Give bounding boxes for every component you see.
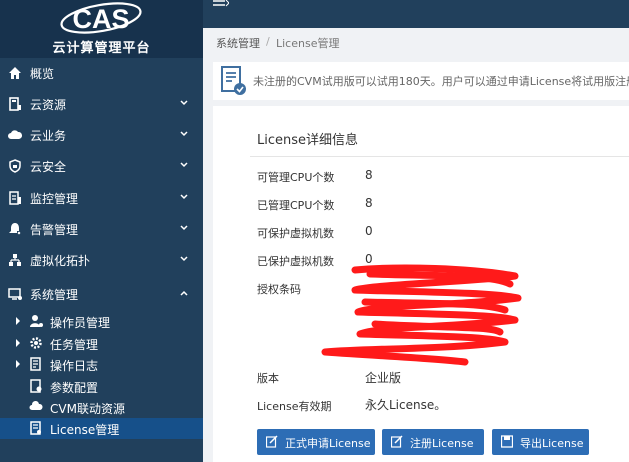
sidebar-item-label: 虚拟化拓扑 bbox=[30, 254, 91, 268]
chevron-down-icon bbox=[180, 100, 188, 106]
chevron-down-icon bbox=[180, 131, 188, 137]
sidebar-item-system[interactable]: 系统管理 bbox=[0, 279, 203, 310]
log-icon bbox=[30, 357, 41, 371]
alert-icon bbox=[9, 223, 21, 235]
notice-text: 未注册的CVM试用版可以试用180天。用户可以通过申请License将试用版注册… bbox=[253, 75, 629, 88]
app-logo[interactable]: CAS 云计算管理平台 bbox=[0, 0, 203, 58]
config-icon bbox=[30, 379, 42, 393]
caret-right-icon bbox=[16, 360, 20, 368]
sidebar-item-cloud-security[interactable]: 云安全 bbox=[0, 151, 203, 182]
sidebar-subitem-params[interactable]: 参数配置 bbox=[0, 376, 203, 397]
row-value: 8 bbox=[365, 196, 373, 210]
apply-license-button[interactable]: 正式申请License bbox=[257, 429, 375, 455]
row-label: 已管理CPU个数 bbox=[257, 199, 335, 212]
sidebar-item-label: 概览 bbox=[30, 67, 55, 81]
sidebar-subitem-operators[interactable]: 操作员管理 bbox=[0, 311, 203, 332]
sidebar-item-monitoring[interactable]: 监控管理 bbox=[0, 183, 203, 214]
row-value: 企业版 bbox=[365, 371, 402, 385]
sidebar-item-alerts[interactable]: 告警管理 bbox=[0, 214, 203, 245]
edit-icon bbox=[266, 435, 278, 448]
document-check-icon bbox=[221, 66, 246, 95]
breadcrumb-parent[interactable]: 系统管理 bbox=[216, 35, 260, 51]
sidebar-subitem-logs[interactable]: 操作日志 bbox=[0, 354, 203, 375]
row-label: 授权条码 bbox=[257, 283, 301, 296]
chevron-up-icon bbox=[180, 290, 188, 296]
button-label: 注册License bbox=[410, 437, 474, 450]
gear-icon bbox=[30, 337, 42, 349]
save-icon bbox=[501, 435, 513, 448]
sidebar-subitem-label: 参数配置 bbox=[50, 381, 99, 395]
cloud-link-icon bbox=[29, 400, 43, 410]
divider bbox=[250, 156, 629, 157]
sidebar-subitem-license[interactable]: License管理 bbox=[0, 418, 203, 439]
shield-icon bbox=[9, 159, 21, 173]
sidebar-item-topology[interactable]: 虚拟化拓扑 bbox=[0, 245, 203, 276]
server-icon bbox=[9, 97, 21, 111]
chevron-down-icon bbox=[180, 194, 188, 200]
top-bar bbox=[203, 0, 629, 28]
export-license-button[interactable]: 导出License bbox=[492, 429, 589, 455]
caret-right-icon bbox=[16, 317, 20, 325]
sidebar-subitem-label: 操作员管理 bbox=[50, 316, 111, 330]
row-label: 可保护虚拟机数 bbox=[257, 227, 334, 240]
sidebar-item-label: 系统管理 bbox=[30, 288, 79, 302]
sidebar-item-cloud-business[interactable]: 云业务 bbox=[0, 120, 203, 151]
button-label: 正式申请License bbox=[285, 437, 371, 450]
sidebar: CAS 云计算管理平台 概览 云资源 云业务 云安全 监控管理 告警管理 虚拟化… bbox=[0, 0, 203, 462]
sidebar-item-label: 云安全 bbox=[30, 160, 67, 174]
breadcrumb-current: License管理 bbox=[276, 37, 340, 50]
cas-logo-icon: CAS bbox=[60, 2, 142, 34]
sidebar-subitem-tasks[interactable]: 任务管理 bbox=[0, 333, 203, 354]
row-value: 0 bbox=[365, 224, 373, 238]
row-label: 版本 bbox=[257, 372, 279, 385]
register-license-button[interactable]: 注册License bbox=[382, 429, 484, 455]
sidebar-item-label: 监控管理 bbox=[30, 192, 79, 206]
sidebar-subitem-label: License管理 bbox=[50, 423, 120, 437]
trial-notice: 未注册的CVM试用版可以试用180天。用户可以通过申请License将试用版注册… bbox=[213, 62, 629, 100]
app-subtitle: 云计算管理平台 bbox=[52, 41, 151, 56]
logo-text: CAS bbox=[72, 4, 129, 34]
license-card-title: License详细信息 bbox=[257, 133, 359, 148]
row-value: 永久License。 bbox=[365, 398, 447, 412]
row-label: License有效期 bbox=[257, 400, 332, 413]
sidebar-subitem-label: 操作日志 bbox=[50, 359, 99, 373]
home-icon bbox=[9, 67, 21, 79]
monitor-doc-icon bbox=[9, 191, 21, 205]
sidebar-subitem-label: CVM联动资源 bbox=[50, 402, 125, 416]
cloud-icon bbox=[8, 130, 22, 139]
edit-icon bbox=[391, 435, 403, 448]
license-icon bbox=[30, 421, 41, 435]
sidebar-subitem-label: 任务管理 bbox=[50, 338, 99, 352]
menu-toggle-icon[interactable] bbox=[213, 0, 229, 8]
sidebar-item-overview[interactable]: 概览 bbox=[0, 58, 203, 89]
caret-right-icon bbox=[16, 339, 20, 347]
chevron-down-icon bbox=[180, 256, 188, 262]
row-value: 8 bbox=[365, 168, 373, 182]
button-label: 导出License bbox=[520, 437, 584, 450]
topology-icon bbox=[9, 254, 21, 266]
sidebar-item-label: 云资源 bbox=[30, 98, 67, 112]
sidebar-item-cloud-resources[interactable]: 云资源 bbox=[0, 89, 203, 120]
user-gear-icon bbox=[30, 315, 43, 327]
row-label: 可管理CPU个数 bbox=[257, 171, 335, 184]
sidebar-item-label: 云业务 bbox=[30, 129, 67, 143]
breadcrumb-separator: / bbox=[266, 35, 270, 48]
redaction-scribble bbox=[321, 264, 522, 366]
breadcrumb: 系统管理 / License管理 bbox=[203, 28, 629, 56]
system-icon bbox=[8, 288, 22, 300]
chevron-down-icon bbox=[180, 225, 188, 231]
chevron-down-icon bbox=[180, 162, 188, 168]
sidebar-item-label: 告警管理 bbox=[30, 223, 79, 237]
sidebar-subitem-cvm-link[interactable]: CVM联动资源 bbox=[0, 397, 203, 418]
